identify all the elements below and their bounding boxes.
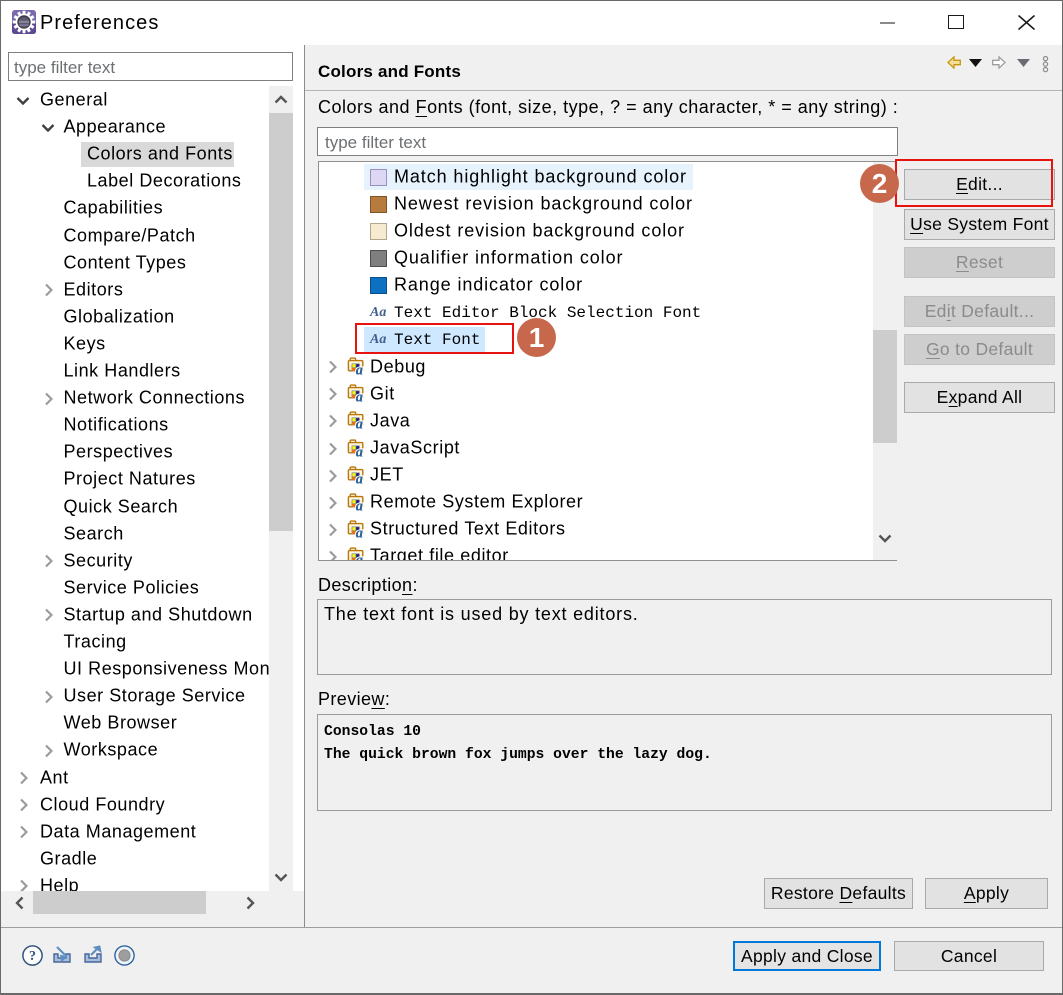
svg-text:a: a (356, 525, 363, 537)
svg-text:a: a (356, 417, 363, 429)
svg-text:a: a (356, 471, 363, 483)
svg-text:a: a (356, 498, 363, 510)
svg-text:?: ? (29, 949, 36, 964)
svg-text:a: a (356, 390, 363, 402)
svg-text:a: a (356, 363, 363, 375)
svg-text:a: a (356, 552, 363, 561)
svg-text:a: a (356, 444, 363, 456)
